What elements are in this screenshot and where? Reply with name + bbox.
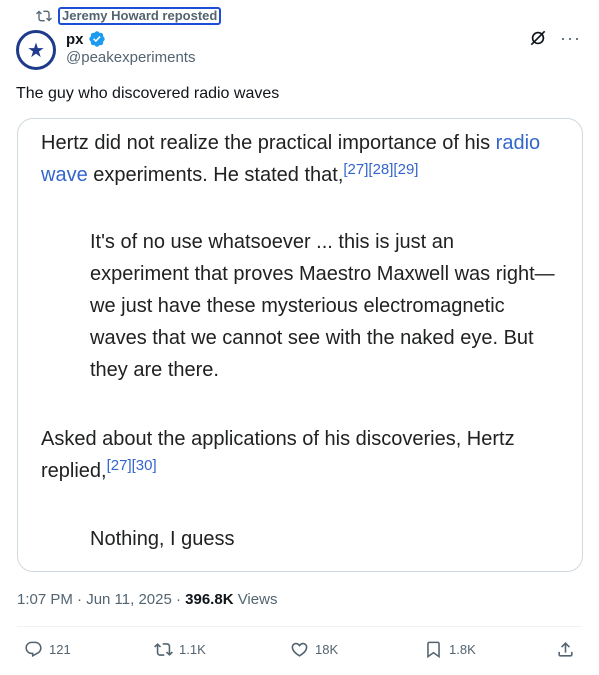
share-icon: [558, 642, 573, 657]
reply-count: 121: [49, 642, 71, 657]
repost-user-link[interactable]: Jeremy Howard reposted: [58, 7, 222, 25]
avatar[interactable]: ★: [16, 30, 56, 70]
author-name[interactable]: px: [66, 31, 84, 48]
reply-button[interactable]: 121: [24, 640, 71, 659]
reply-icon: [25, 641, 42, 658]
like-button[interactable]: 18K: [290, 640, 338, 659]
heart-icon: [291, 642, 308, 657]
divider: [17, 626, 582, 627]
repost-count: 1.1K: [179, 642, 206, 657]
media-image[interactable]: Hertz did not realize the practical impo…: [17, 118, 583, 572]
wiki-quote-1: It's of no use whatsoever ... this is ju…: [90, 231, 555, 381]
tweet-text: The guy who discovered radio waves: [16, 85, 280, 102]
bookmark-icon: [427, 641, 440, 659]
share-button[interactable]: [556, 640, 575, 659]
bookmark-count: 1.8K: [449, 642, 476, 657]
tweet-meta: 1:07 PM · Jun 11, 2025 · 396.8K Views: [17, 591, 277, 608]
bookmark-button[interactable]: 1.8K: [424, 640, 476, 659]
grok-icon[interactable]: [528, 28, 548, 48]
tweet-top-actions: ···: [528, 28, 581, 48]
views-count: 396.8K: [185, 591, 234, 608]
views-label: Views: [233, 591, 278, 608]
repost-button[interactable]: 1.1K: [154, 640, 206, 659]
more-icon[interactable]: ···: [560, 29, 581, 47]
timestamp-link[interactable]: 1:07 PM · Jun 11, 2025 ·: [17, 591, 185, 608]
like-count: 18K: [315, 642, 339, 657]
repost-icon: [154, 643, 173, 656]
author-name-row: px: [66, 30, 106, 48]
repost-indicator: Jeremy Howard reposted: [36, 6, 222, 26]
citation-refs: [27][28][29]: [343, 161, 419, 178]
wiki-paragraph-1: Hertz did not realize the practical impo…: [41, 127, 566, 191]
author-handle[interactable]: @peakexperiments: [66, 49, 195, 66]
star-icon: ★: [27, 38, 45, 62]
action-bar: 121 1.1K 18K 1.8K: [0, 640, 599, 662]
wiki-text: Hertz did not realize the practical impo…: [41, 132, 496, 154]
verified-badge-icon[interactable]: [88, 30, 106, 48]
wiki-text: experiments. He stated that,: [87, 164, 344, 186]
wiki-quote-2: Nothing, I guess: [90, 528, 235, 550]
citation-refs: [27][30]: [106, 457, 157, 474]
wiki-paragraph-2: Asked about the applications of his disc…: [41, 423, 566, 487]
repost-icon: [36, 10, 52, 22]
